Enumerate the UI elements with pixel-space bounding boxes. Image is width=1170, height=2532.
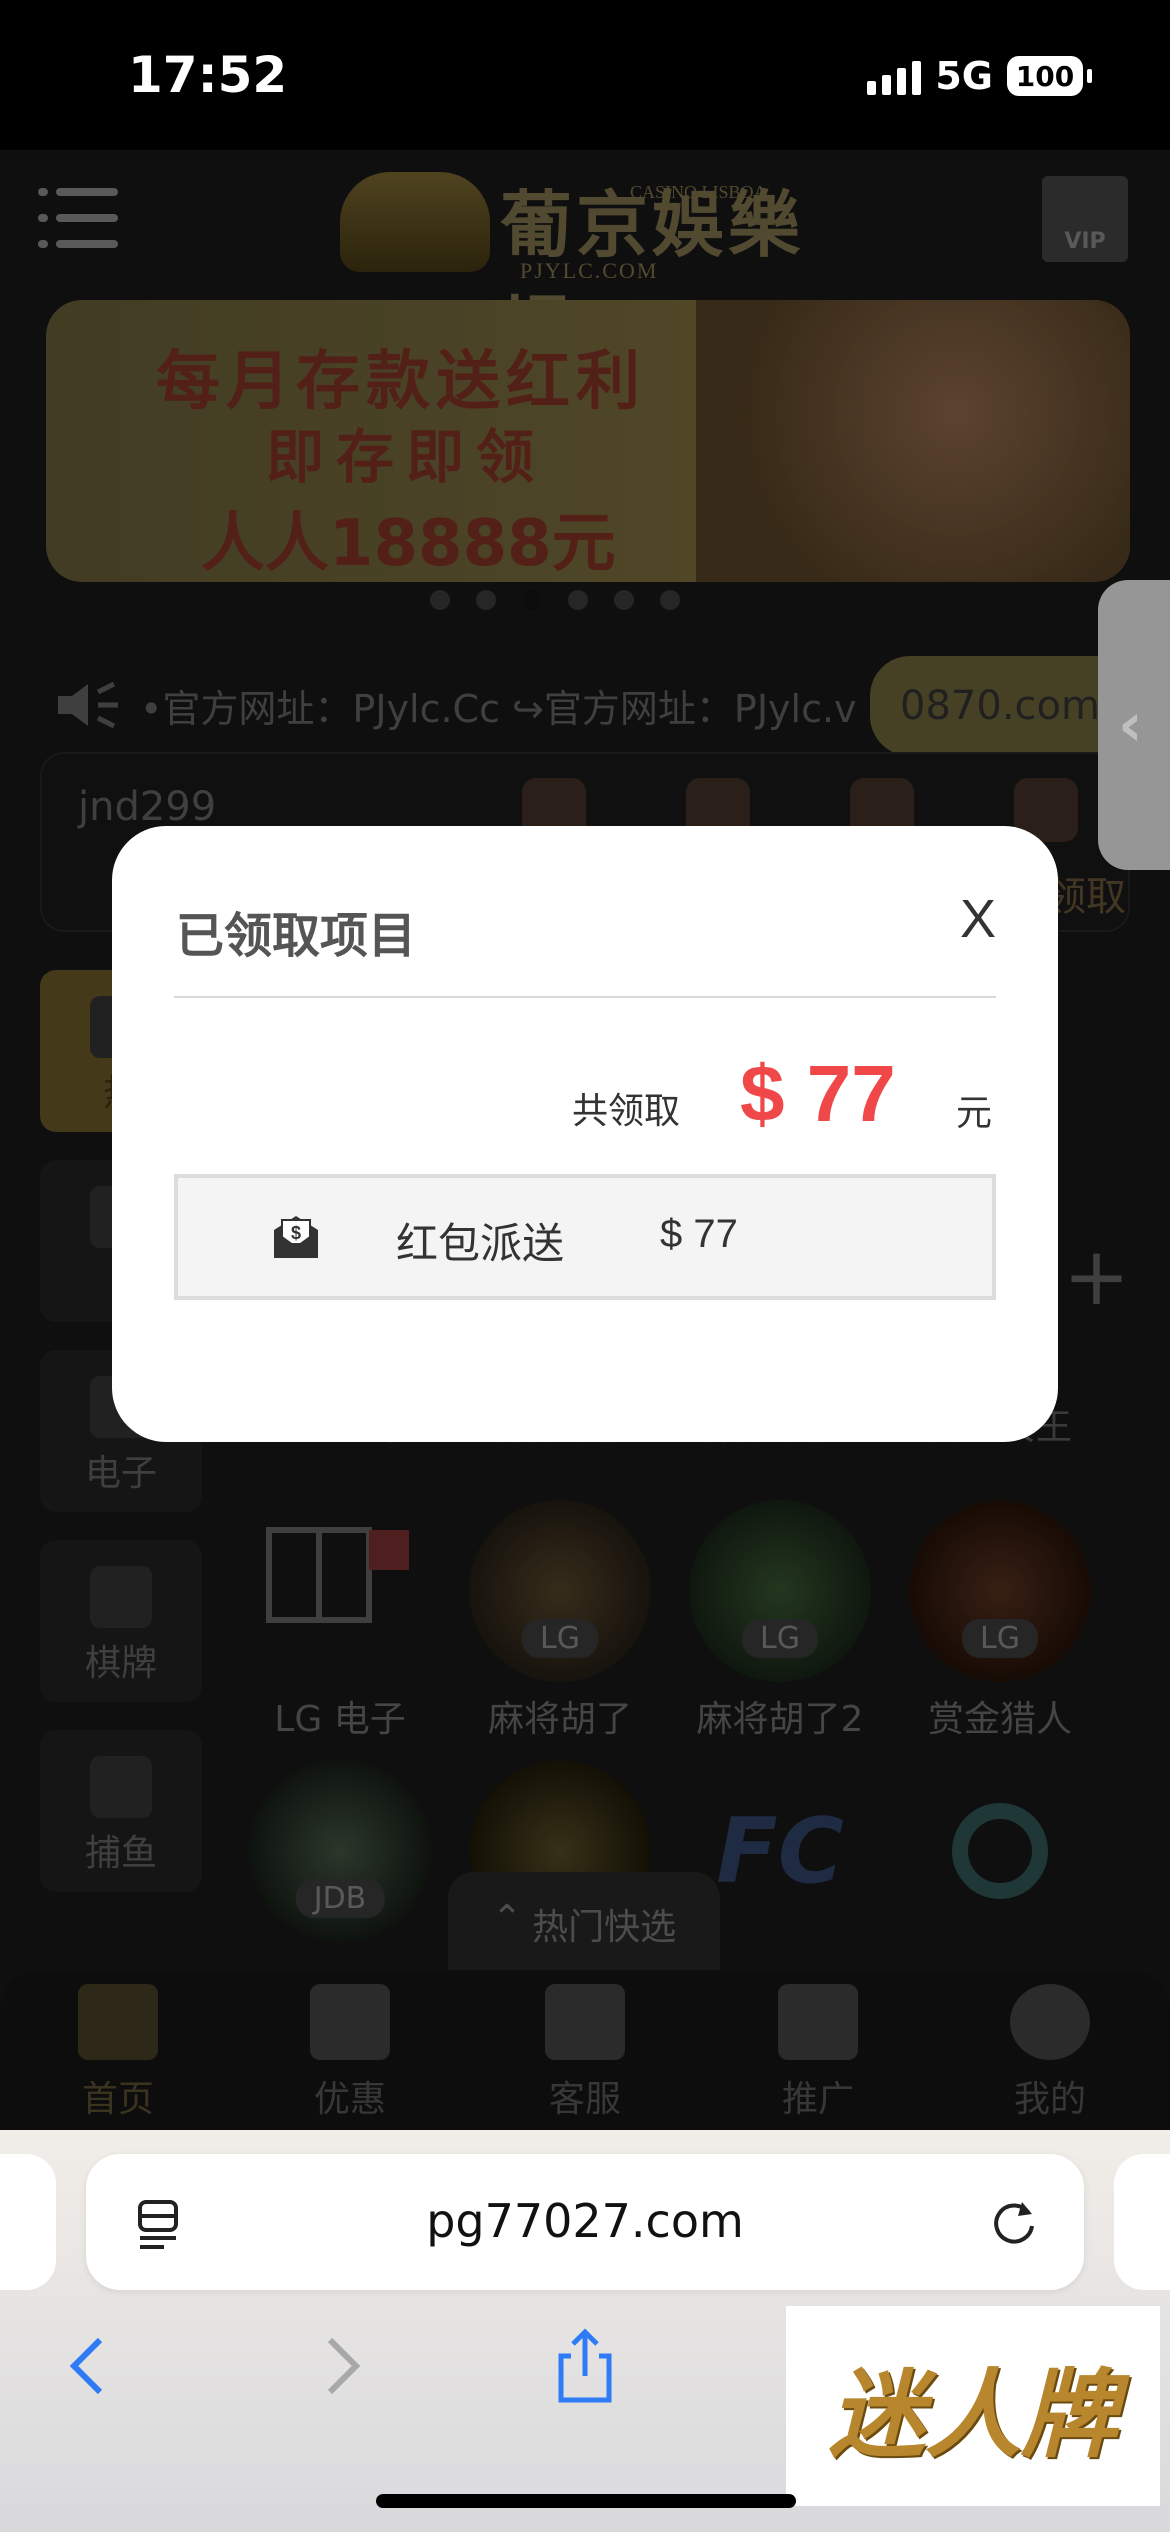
status-bar: 17:52 5G 100 bbox=[0, 0, 1170, 150]
svg-text:$: $ bbox=[291, 1223, 301, 1243]
watermark-logo: 迷人牌 bbox=[786, 2306, 1160, 2506]
back-icon[interactable] bbox=[50, 2326, 130, 2406]
battery-tip bbox=[1087, 69, 1092, 83]
claim-record-row: $ 红包派送 $ 77 bbox=[174, 1174, 996, 1300]
home-indicator[interactable] bbox=[376, 2494, 796, 2508]
forward-icon[interactable] bbox=[300, 2326, 380, 2406]
next-tab-preview[interactable] bbox=[1114, 2154, 1170, 2290]
previous-tab-preview[interactable] bbox=[0, 2154, 56, 2290]
share-icon[interactable] bbox=[545, 2326, 625, 2406]
watermark-text: 迷人牌 bbox=[829, 2357, 1117, 2471]
url-text: pg77027.com bbox=[426, 2194, 744, 2248]
total-amount: $ 77 bbox=[740, 1049, 896, 1138]
status-indicators: 5G 100 bbox=[867, 54, 1092, 98]
reload-icon[interactable] bbox=[988, 2196, 1040, 2248]
address-bar[interactable]: pg77027.com bbox=[86, 2154, 1084, 2290]
modal-title: 已领取项目 bbox=[176, 908, 417, 964]
battery-icon: 100 bbox=[1007, 56, 1083, 96]
total-label: 共领取 bbox=[572, 1091, 681, 1132]
close-button[interactable]: X bbox=[960, 888, 996, 950]
red-envelope-icon: $ bbox=[274, 1216, 318, 1258]
record-amount: $ 77 bbox=[660, 1212, 738, 1256]
total-unit: 元 bbox=[956, 1093, 993, 1134]
status-time: 17:52 bbox=[128, 46, 288, 104]
signal-icon bbox=[867, 57, 922, 95]
divider bbox=[174, 996, 996, 998]
claimed-items-modal: 已领取项目 X 共领取 $ 77 元 $ 红包派送 $ 77 bbox=[112, 826, 1058, 1442]
record-name: 红包派送 bbox=[396, 1219, 565, 1268]
network-type: 5G bbox=[935, 54, 993, 98]
